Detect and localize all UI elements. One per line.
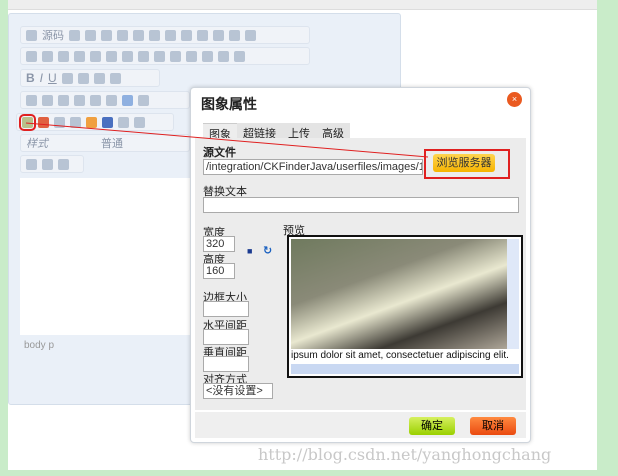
- watermark: http://blog.csdn.net/yanghongchang: [258, 445, 552, 464]
- annotation-arrow: [25, 122, 429, 158]
